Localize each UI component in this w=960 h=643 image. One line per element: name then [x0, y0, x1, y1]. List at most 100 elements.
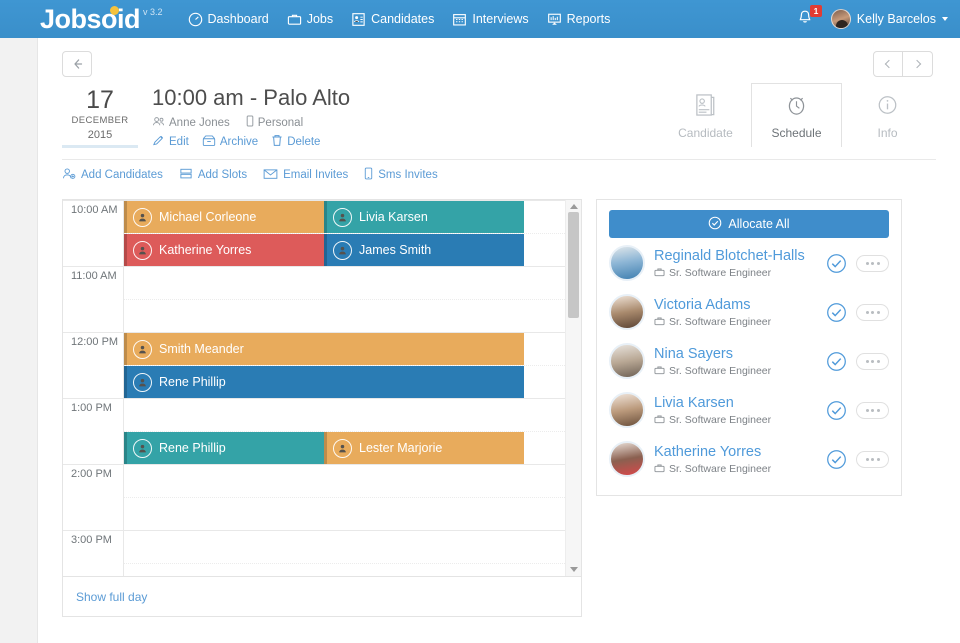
- pencil-icon: [152, 134, 165, 150]
- event-header: 17 DECEMBER 2015 10:00 am - Palo Alto An…: [62, 83, 936, 150]
- candidate-role: Sr. Software Engineer: [654, 365, 824, 378]
- candidate-role-label: Sr. Software Engineer: [669, 414, 772, 426]
- allocate-all-button[interactable]: Allocate All: [609, 210, 889, 238]
- calendar-event[interactable]: Katherine Yorres: [124, 234, 324, 266]
- nav-item-interviews[interactable]: Interviews: [452, 12, 529, 27]
- email-invites-button[interactable]: Email Invites: [263, 168, 348, 183]
- event-subactions: Add Candidates Add Slots Email Invites S…: [62, 159, 936, 191]
- calendar-event[interactable]: Rene Phillip: [124, 432, 324, 464]
- edit-button[interactable]: Edit: [152, 134, 189, 150]
- chevron-right-icon: [912, 59, 921, 69]
- ellipsis-icon[interactable]: [856, 254, 889, 272]
- candidate-name[interactable]: Livia Karsen: [654, 395, 734, 411]
- sms-invites-button[interactable]: Sms Invites: [364, 167, 438, 183]
- tab-label: Info: [877, 126, 898, 140]
- prev-button[interactable]: [873, 51, 903, 77]
- candidate-row[interactable]: Nina Sayers Sr. Software Engineer: [609, 336, 889, 385]
- allocate-checkbox[interactable]: [826, 302, 847, 323]
- back-button[interactable]: [62, 51, 92, 77]
- notifications-button[interactable]: 1: [795, 5, 822, 30]
- person-badge-icon: [133, 207, 152, 227]
- calendar-event[interactable]: Michael Corleone: [124, 201, 324, 233]
- candidate-row[interactable]: Reginald Blotchet-Halls Sr. Software Engi…: [609, 238, 889, 287]
- calendar-event[interactable]: James Smith: [324, 234, 524, 266]
- allocate-checkbox[interactable]: [826, 253, 847, 274]
- nav-right-cluster: 1 Kelly Barcelos: [795, 5, 948, 30]
- users-icon: [152, 116, 165, 130]
- slots-icon: [179, 167, 193, 183]
- candidate-role-label: Sr. Software Engineer: [669, 365, 772, 377]
- candidate-name[interactable]: Victoria Adams: [654, 297, 750, 313]
- candidate-row[interactable]: Livia Karsen Sr. Software Engineer: [609, 385, 889, 434]
- show-full-day-link[interactable]: Show full day: [76, 590, 147, 604]
- avatar: [609, 392, 645, 428]
- nav-item-dashboard[interactable]: Dashboard: [188, 12, 269, 27]
- nav-item-jobs[interactable]: Jobs: [287, 12, 333, 27]
- calendar-event[interactable]: Livia Karsen: [324, 201, 524, 233]
- candidate-name[interactable]: Katherine Yorres: [654, 444, 761, 460]
- ellipsis-icon[interactable]: [856, 450, 889, 468]
- action-label: Edit: [169, 136, 189, 148]
- event-main: 10:00 am - Palo Alto Anne Jones Personal…: [152, 83, 660, 150]
- candidate-row[interactable]: Victoria Adams Sr. Software Engineer: [609, 287, 889, 336]
- tab-candidate[interactable]: Candidate: [660, 83, 751, 147]
- candidate-role-label: Sr. Software Engineer: [669, 463, 772, 475]
- chevron-down-icon: [942, 17, 948, 21]
- nav-label: Reports: [566, 12, 611, 26]
- person-badge-icon: [133, 438, 152, 458]
- brand-version: v 3.2: [143, 7, 163, 17]
- add-slots-button[interactable]: Add Slots: [179, 167, 247, 183]
- delete-button[interactable]: Delete: [271, 134, 320, 150]
- event-date: 17 DECEMBER 2015: [62, 83, 138, 148]
- ellipsis-icon[interactable]: [856, 401, 889, 419]
- event-organizer: Anne Jones: [152, 116, 230, 130]
- user-menu[interactable]: Kelly Barcelos: [830, 9, 948, 29]
- avatar: [609, 441, 645, 477]
- primary-nav: Dashboard Jobs Candidates Interviews Rep…: [188, 12, 611, 27]
- calendar-event[interactable]: Lester Marjorie: [324, 432, 524, 464]
- nav-item-reports[interactable]: Reports: [547, 12, 611, 27]
- ellipsis-icon[interactable]: [856, 303, 889, 321]
- briefcase-icon: [654, 414, 665, 427]
- allocate-checkbox[interactable]: [826, 400, 847, 421]
- triangle-up-icon[interactable]: [570, 204, 578, 209]
- subaction-label: Sms Invites: [378, 169, 438, 181]
- candidate-name[interactable]: Nina Sayers: [654, 346, 733, 362]
- avatar: [609, 294, 645, 330]
- person-badge-icon: [133, 240, 152, 260]
- calendar-event[interactable]: Smith Meander: [124, 333, 524, 365]
- candidate-row[interactable]: Katherine Yorres Sr. Software Engineer: [609, 434, 889, 483]
- calendar-scrollbar[interactable]: [565, 200, 581, 576]
- candidate-role: Sr. Software Engineer: [654, 414, 824, 427]
- hour-label: 11:00 AM: [71, 270, 117, 282]
- calendar-event[interactable]: Rene Phillip: [124, 366, 524, 398]
- archive-button[interactable]: Archive: [202, 134, 258, 150]
- page-content: 17 DECEMBER 2015 10:00 am - Palo Alto An…: [38, 38, 960, 643]
- subaction-label: Add Slots: [197, 169, 248, 181]
- add-candidates-button[interactable]: Add Candidates: [62, 167, 163, 183]
- scrollbar-thumb[interactable]: [568, 212, 579, 318]
- candidates-panel: Allocate All Reginald Blotchet-Halls Sr. …: [596, 199, 902, 496]
- calendar-scroll-area[interactable]: 10:00 AM 11:00 AM 12:00 PM 1:00 PM 2:00 PM 3:…: [63, 200, 581, 576]
- subaction-label: Email Invites: [283, 169, 349, 181]
- brand-logo[interactable]: Jobsoid v 3.2: [40, 4, 163, 34]
- subaction-label: Add Candidates: [81, 169, 163, 181]
- candidate-name[interactable]: Reginald Blotchet-Halls: [654, 248, 805, 264]
- allocate-checkbox[interactable]: [826, 351, 847, 372]
- tab-info[interactable]: Info: [842, 83, 933, 147]
- ellipsis-icon[interactable]: [856, 352, 889, 370]
- allocate-checkbox[interactable]: [826, 449, 847, 470]
- tab-schedule[interactable]: Schedule: [751, 83, 842, 147]
- event-title: Rene Phillip: [159, 375, 226, 389]
- candidate-role: Sr. Software Engineer: [654, 463, 824, 476]
- dashboard-gauge-icon: [188, 12, 203, 27]
- triangle-down-icon[interactable]: [570, 567, 578, 572]
- toolbar: [38, 38, 960, 83]
- date-year: 2015: [87, 129, 113, 141]
- nav-item-candidates[interactable]: Candidates: [351, 12, 434, 27]
- next-button[interactable]: [903, 51, 933, 77]
- event-tabs: Candidate Schedule Info: [660, 83, 933, 147]
- meta-label: Personal: [257, 116, 304, 129]
- event-actions: Edit Archive Delete: [152, 134, 660, 150]
- event-title: James Smith: [359, 243, 432, 257]
